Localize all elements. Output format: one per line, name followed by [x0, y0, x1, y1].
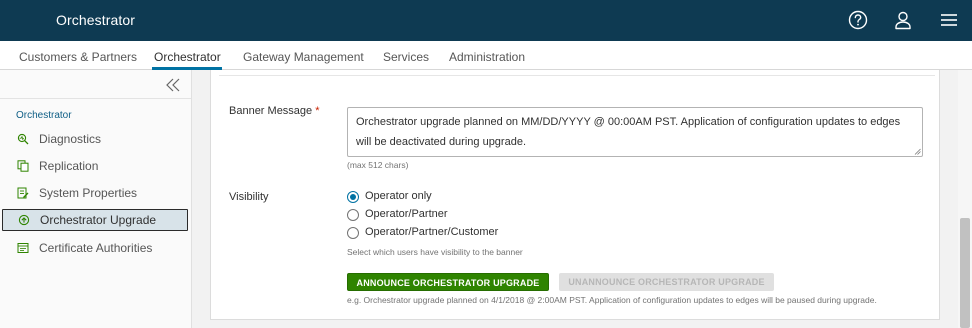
- required-marker: *: [315, 105, 320, 117]
- sidebar: Orchestrator Diagnostics Replication Sys…: [0, 70, 192, 328]
- upgrade-icon: [18, 214, 30, 226]
- sidebar-item-system-properties[interactable]: System Properties: [0, 182, 191, 204]
- tab-administration[interactable]: Administration: [449, 50, 525, 64]
- sidebar-item-orchestrator-upgrade[interactable]: Orchestrator Upgrade: [2, 209, 188, 231]
- sidebar-item-label: Orchestrator Upgrade: [40, 213, 157, 227]
- radio-label: Operator/Partner/Customer: [365, 226, 499, 238]
- replication-icon: [17, 160, 29, 172]
- banner-message-textarea[interactable]: Orchestrator upgrade planned on MM/DD/YY…: [347, 107, 923, 157]
- user-icon[interactable]: [892, 9, 914, 31]
- sidebar-section-title: Orchestrator: [16, 110, 72, 121]
- banner-message-value: Orchestrator upgrade planned on MM/DD/YY…: [356, 116, 901, 148]
- radio-button-checked[interactable]: [347, 191, 359, 203]
- hamburger-menu-icon[interactable]: [938, 9, 960, 31]
- banner-message-label-text: Banner Message: [229, 105, 313, 117]
- sidebar-item-certificate-authorities[interactable]: Certificate Authorities: [0, 237, 191, 259]
- help-icon[interactable]: [847, 9, 869, 31]
- upgrade-form-panel: Banner Message * Orchestrator upgrade pl…: [210, 70, 940, 320]
- radio-button[interactable]: [347, 227, 359, 239]
- top-header: Orchestrator: [0, 0, 972, 41]
- collapse-sidebar-icon[interactable]: [165, 78, 181, 92]
- announce-upgrade-button[interactable]: ANNOUNCE ORCHESTRATOR UPGRADE: [347, 273, 549, 291]
- resize-handle-icon[interactable]: [914, 148, 921, 155]
- scrollbar-thumb[interactable]: [960, 218, 970, 328]
- panel-divider: [219, 75, 935, 76]
- radio-button[interactable]: [347, 209, 359, 221]
- sidebar-item-label: System Properties: [39, 186, 138, 200]
- radio-label: Operator only: [365, 190, 432, 202]
- main-nav: Customers & Partners Orchestrator Gatewa…: [0, 41, 972, 70]
- diagnostics-icon: [17, 133, 29, 145]
- sidebar-item-label: Replication: [39, 159, 99, 173]
- example-text: e.g. Orchestrator upgrade planned on 4/1…: [347, 295, 877, 305]
- visibility-label: Visibility: [229, 191, 269, 203]
- sidebar-divider: [0, 98, 191, 99]
- certificate-icon: [17, 243, 29, 253]
- max-chars-hint: (max 512 chars): [347, 160, 409, 170]
- banner-message-label: Banner Message *: [229, 105, 320, 117]
- tab-customers-partners[interactable]: Customers & Partners: [19, 50, 137, 64]
- radio-label: Operator/Partner: [365, 208, 448, 220]
- system-properties-icon: [17, 187, 29, 199]
- sidebar-item-label: Diagnostics: [39, 132, 102, 146]
- tab-services[interactable]: Services: [383, 50, 429, 64]
- unannounce-upgrade-button[interactable]: UNANNOUNCE ORCHESTRATOR UPGRADE: [559, 273, 774, 291]
- sidebar-item-label: Certificate Authorities: [39, 241, 153, 255]
- app-title: Orchestrator: [56, 12, 135, 28]
- tab-gateway-management[interactable]: Gateway Management: [243, 50, 364, 64]
- sidebar-item-diagnostics[interactable]: Diagnostics: [0, 128, 191, 150]
- visibility-hint: Select which users have visibility to th…: [347, 247, 523, 257]
- tab-orchestrator[interactable]: Orchestrator: [154, 50, 221, 64]
- sidebar-item-replication[interactable]: Replication: [0, 155, 191, 177]
